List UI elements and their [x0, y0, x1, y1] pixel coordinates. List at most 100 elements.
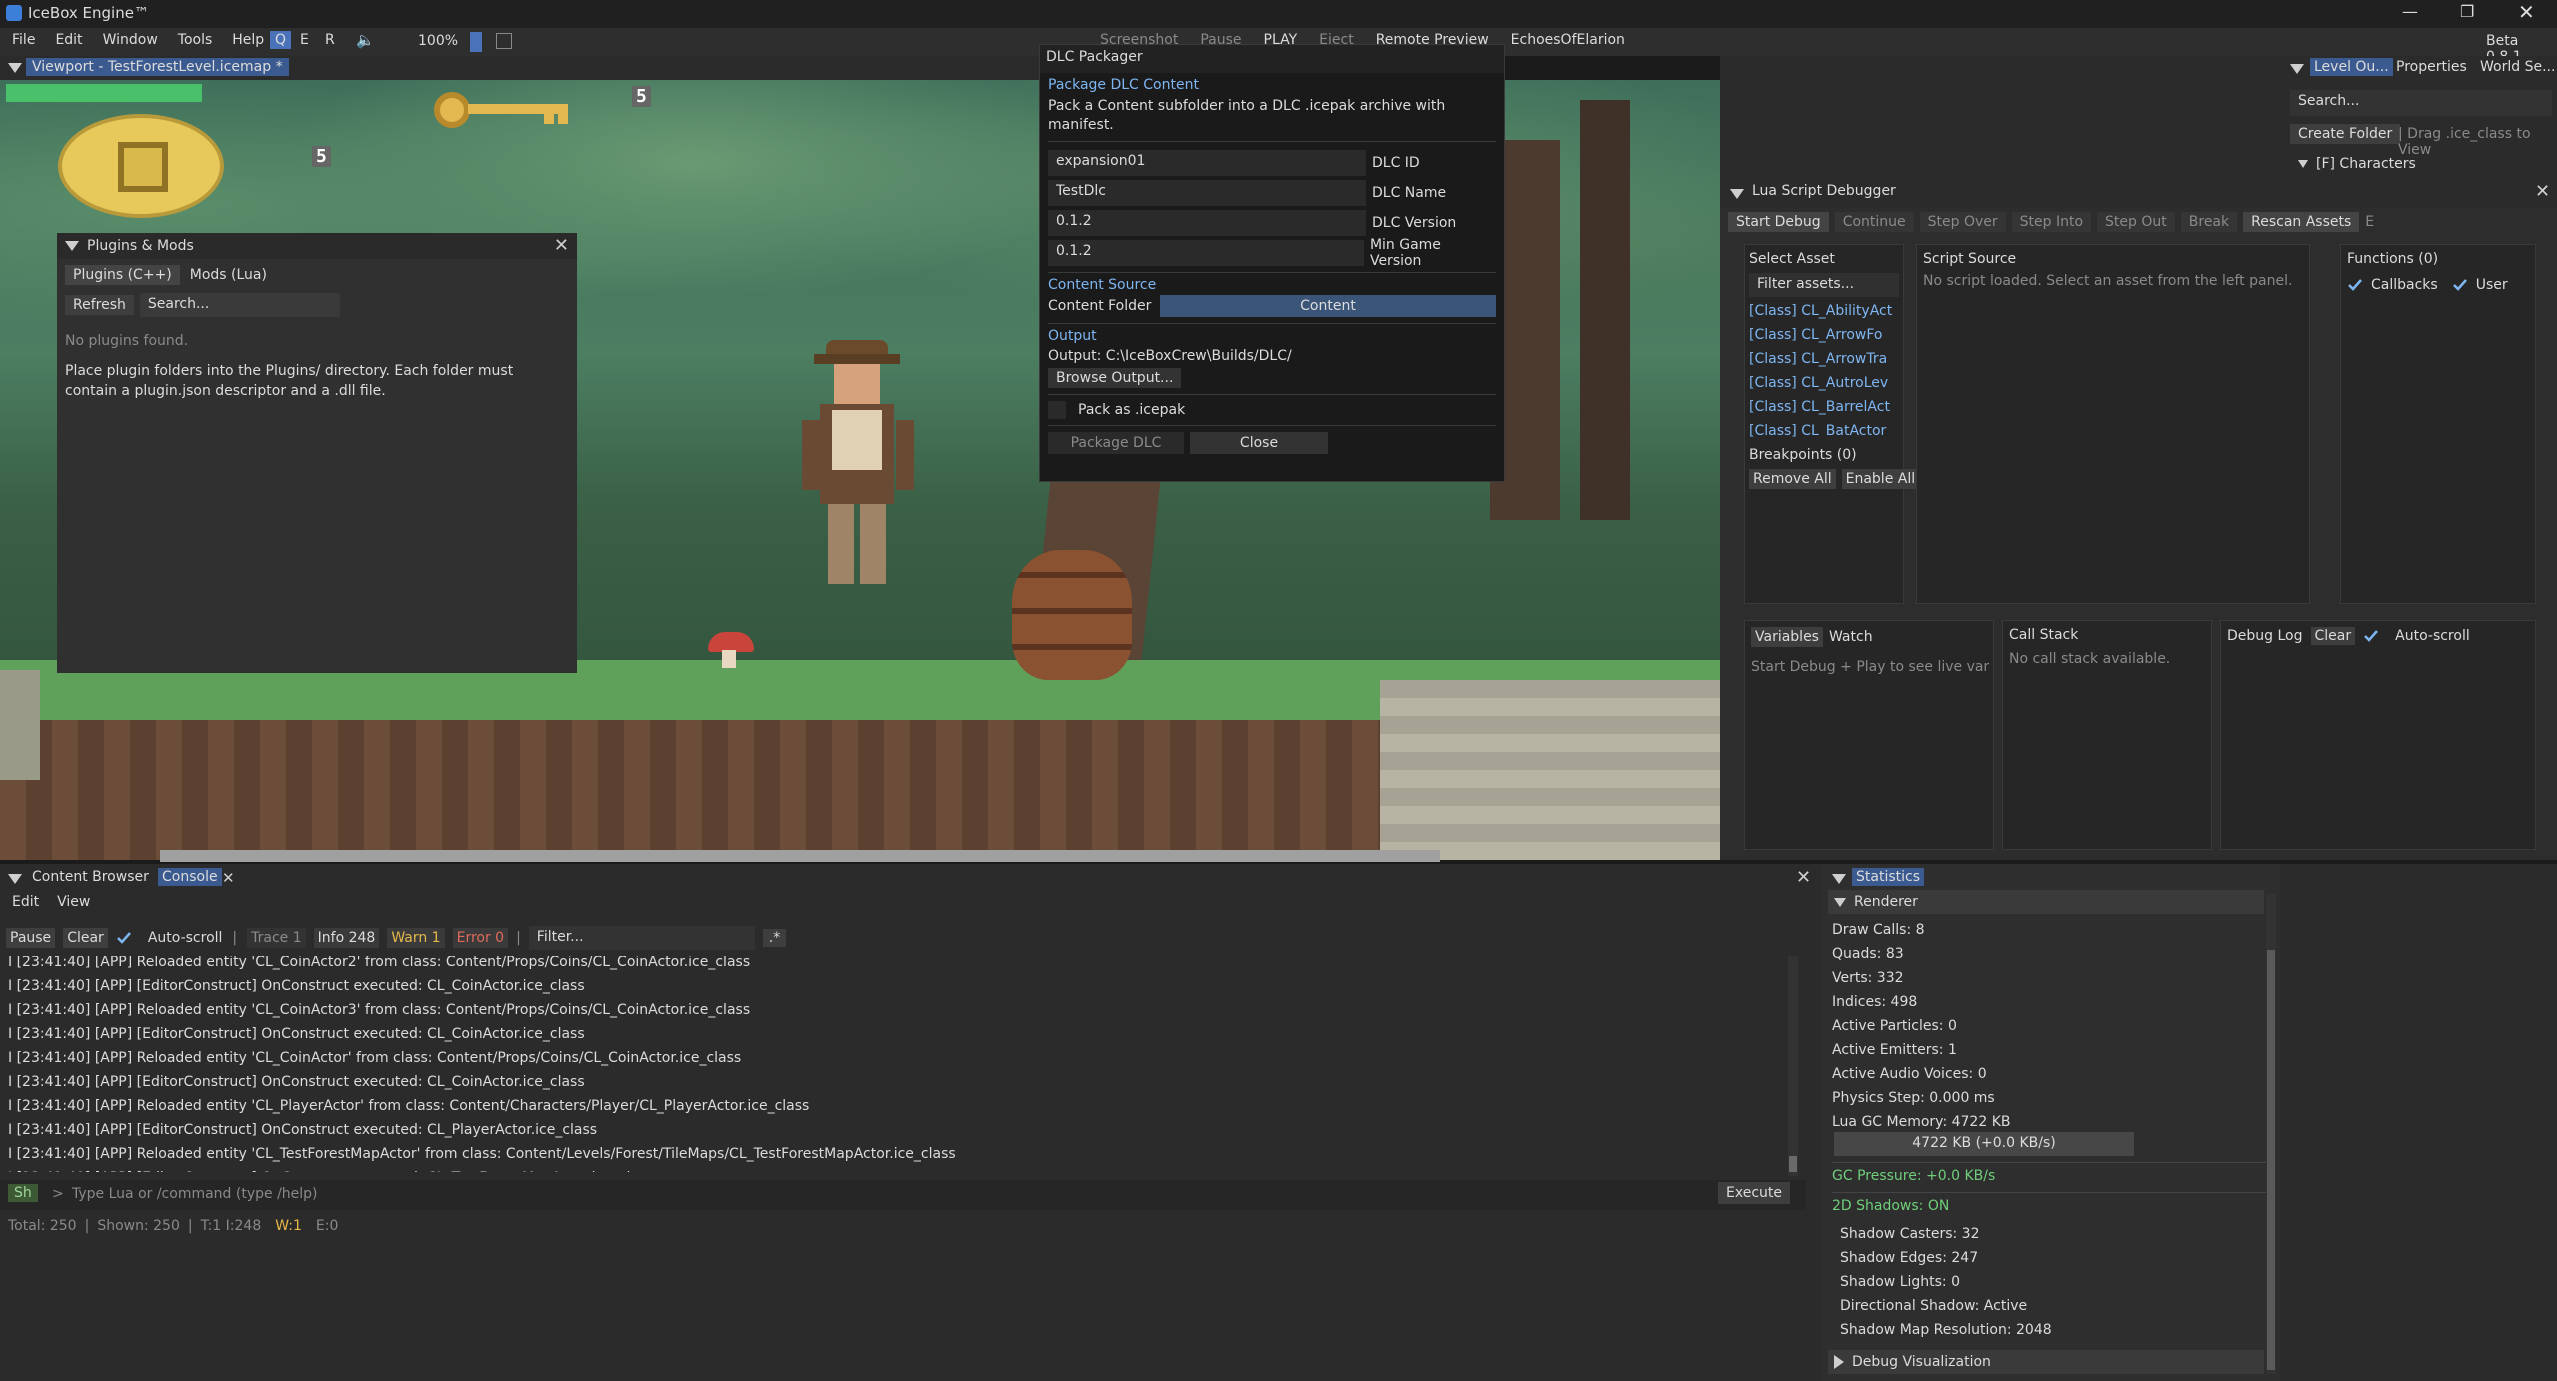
console-pause-button[interactable]: Pause	[6, 928, 56, 948]
dlc-id-input[interactable]: expansion01	[1048, 150, 1366, 176]
collapse-icon[interactable]	[65, 241, 79, 251]
breakpoints-heading: Breakpoints (0)	[1749, 447, 1857, 463]
asset-filter-input[interactable]: Filter assets...	[1749, 273, 1899, 297]
console-autoscroll-checkbox[interactable]	[116, 930, 132, 946]
tab-world-settings[interactable]: World Se...	[2480, 59, 2555, 75]
asset-list-item[interactable]: [Class] CL_ArrowTra	[1749, 351, 1899, 375]
close-tab-icon[interactable]: ✕	[222, 869, 235, 887]
tab-properties[interactable]: Properties	[2396, 59, 2467, 75]
refresh-button[interactable]: Refresh	[65, 295, 134, 315]
shadow-stat-line: Shadow Map Resolution: 2048	[1840, 1322, 2052, 1338]
renderer-header[interactable]: Renderer	[1828, 890, 2264, 914]
asset-list-item[interactable]: [Class] CL_AbilityAct	[1749, 303, 1899, 327]
collapse-icon[interactable]	[1730, 189, 1744, 199]
expand-icon[interactable]	[1834, 1355, 1844, 1369]
tab-watch[interactable]: Watch	[1829, 629, 1873, 645]
close-icon[interactable]: ✕	[1796, 869, 1811, 887]
mode-r-button[interactable]: R	[320, 31, 340, 49]
content-folder-dropdown[interactable]: Content	[1160, 295, 1496, 317]
warn-filter[interactable]: Warn 1	[387, 928, 445, 948]
console-menu-view[interactable]: View	[57, 894, 90, 910]
menu-help[interactable]: Help	[232, 32, 264, 48]
expand-icon[interactable]	[2298, 160, 2308, 168]
create-folder-button[interactable]: Create Folder	[2290, 124, 2401, 144]
dlc-name-input[interactable]: TestDlc	[1048, 180, 1366, 206]
error-filter[interactable]: Error 0	[452, 928, 509, 948]
collapse-icon[interactable]	[1832, 874, 1846, 884]
tab-level-outliner[interactable]: Level Ou...	[2310, 58, 2393, 76]
collapse-icon[interactable]	[2290, 64, 2304, 74]
debug-log-clear-button[interactable]: Clear	[2310, 627, 2356, 645]
mode-q-button[interactable]: Q	[270, 31, 292, 49]
project-name[interactable]: EchoesOfElarion	[1511, 32, 1625, 48]
menu-file[interactable]: File	[12, 32, 35, 48]
asset-list-item[interactable]: [Class] CL_ArrowFo	[1749, 327, 1899, 351]
pack-as-checkbox[interactable]	[1048, 401, 1066, 419]
viewport-scrollbar[interactable]	[160, 850, 1440, 862]
step-into-button[interactable]: Step Into	[2011, 212, 2092, 232]
console-menu-edit[interactable]: Edit	[12, 894, 39, 910]
outliner-search-input[interactable]: Search...	[2290, 90, 2552, 116]
grid-icon[interactable]	[496, 33, 512, 49]
user-checkbox[interactable]	[2452, 277, 2468, 293]
console-scrollbar[interactable]	[1788, 956, 1798, 1176]
expand-icon[interactable]	[1834, 897, 1846, 907]
console-line: I [23:41:40] [APP] [EditorConstruct] OnC…	[8, 1074, 585, 1090]
continue-button[interactable]: Continue	[1834, 212, 1914, 232]
console-clear-button[interactable]: Clear	[63, 928, 108, 948]
restore-icon[interactable]: ❐	[2460, 2, 2474, 21]
user-label: User	[2475, 277, 2508, 293]
dlc-id-label: DLC ID	[1372, 155, 1420, 171]
speaker-icon[interactable]: 🔈	[356, 31, 375, 49]
console-line: I [23:41:40] [APP] Reloaded entity 'CL_P…	[8, 1098, 810, 1114]
callbacks-checkbox[interactable]	[2347, 277, 2363, 293]
asset-list-item[interactable]: [Class] CL_AutroLev	[1749, 375, 1899, 399]
dlc-version-input[interactable]: 0.1.2	[1048, 210, 1366, 236]
tab-plugins-cpp[interactable]: Plugins (C++)	[65, 265, 180, 285]
mode-e-button[interactable]: E	[295, 31, 314, 49]
viewport-tab[interactable]: Viewport - TestForestLevel.icemap *	[26, 58, 289, 76]
browse-output-button[interactable]: Browse Output...	[1048, 368, 1182, 388]
asset-list-item[interactable]: [Class] CL_BatActor	[1749, 423, 1899, 437]
execute-button[interactable]: Execute	[1718, 1182, 1790, 1204]
dlc-close-button[interactable]: Close	[1190, 432, 1328, 454]
step-over-button[interactable]: Step Over	[1919, 212, 2006, 232]
collapse-icon[interactable]	[8, 63, 22, 73]
console-filter-input[interactable]: Filter...	[528, 926, 755, 950]
menu-edit[interactable]: Edit	[55, 32, 82, 48]
start-debug-button[interactable]: Start Debug	[1728, 212, 1829, 232]
debug-vis-header[interactable]: Debug Visualization	[1828, 1350, 2264, 1374]
regex-toggle[interactable]: .*	[762, 929, 787, 947]
console-mode-badge[interactable]: Sh	[8, 1184, 38, 1202]
rescan-assets-button[interactable]: Rescan Assets	[2243, 212, 2360, 232]
close-icon[interactable]: ✕	[2535, 183, 2550, 201]
minimize-icon[interactable]: —	[2402, 2, 2418, 21]
zoom-slider[interactable]	[470, 32, 482, 52]
min-game-version-input[interactable]: 0.1.2	[1048, 240, 1364, 266]
enable-all-button[interactable]: Enable All	[1841, 469, 1920, 489]
tab-statistics[interactable]: Statistics	[1852, 868, 1924, 886]
close-icon[interactable]: ✕	[554, 237, 569, 255]
stats-scrollbar[interactable]	[2266, 894, 2276, 1374]
tree-item-characters[interactable]: [F] Characters	[2316, 156, 2416, 172]
console-command-input[interactable]: Type Lua or /command (type /help)	[72, 1186, 318, 1202]
tab-content-browser[interactable]: Content Browser	[32, 869, 149, 885]
step-out-button[interactable]: Step Out	[2097, 212, 2175, 232]
tab-console[interactable]: Console	[158, 868, 222, 886]
tab-mods-lua[interactable]: Mods (Lua)	[184, 265, 273, 285]
autoscroll-checkbox[interactable]	[2363, 628, 2379, 644]
package-dlc-button[interactable]: Package DLC	[1048, 432, 1184, 454]
zoom-level: 100%	[418, 33, 459, 49]
menu-tools[interactable]: Tools	[178, 32, 213, 48]
menu-window[interactable]: Window	[103, 32, 158, 48]
break-button[interactable]: Break	[2180, 212, 2238, 232]
close-window-icon[interactable]: ✕	[2518, 0, 2535, 24]
tab-variables[interactable]: Variables	[1751, 627, 1823, 647]
remove-all-button[interactable]: Remove All	[1749, 469, 1836, 489]
asset-list-item[interactable]: [Class] CL_BarrelAct	[1749, 399, 1899, 423]
trace-filter[interactable]: Trace 1	[247, 928, 306, 948]
collapse-icon[interactable]	[8, 874, 22, 884]
plugins-titlebar[interactable]: Plugins & Mods ✕	[57, 233, 577, 259]
plugins-search-input[interactable]: Search...	[139, 293, 340, 317]
info-filter[interactable]: Info 248	[313, 928, 380, 948]
